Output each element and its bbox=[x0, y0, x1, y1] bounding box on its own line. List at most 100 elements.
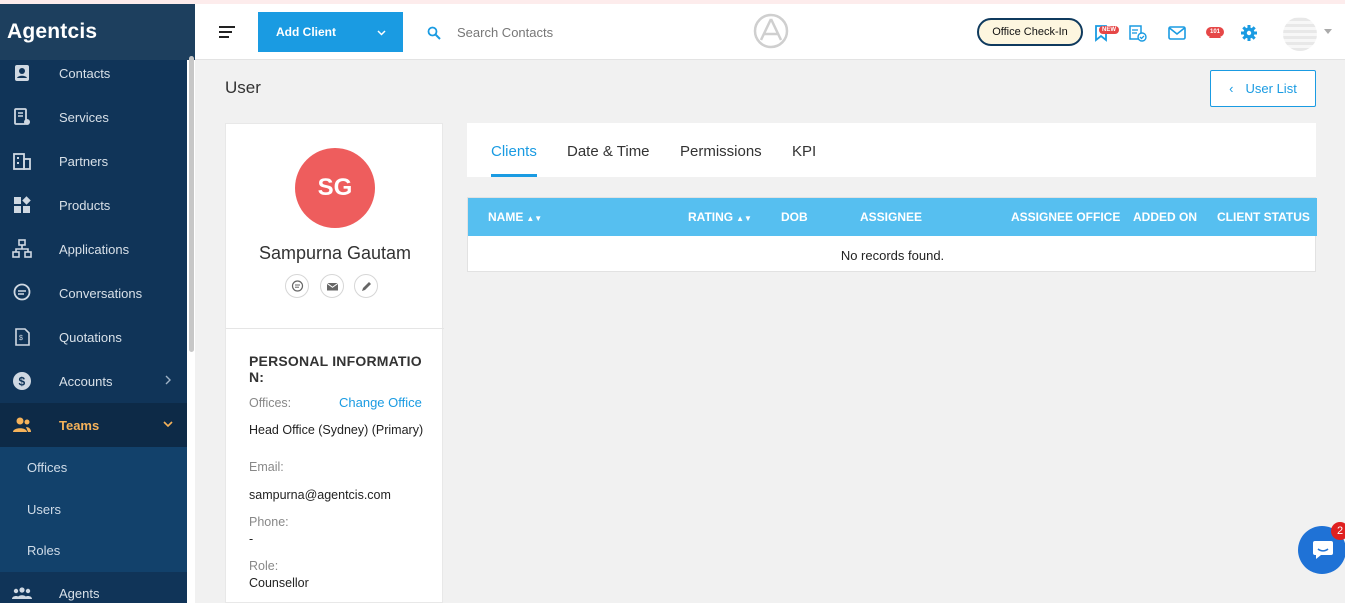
sidebar-item-products[interactable]: Products bbox=[0, 183, 187, 227]
sidebar-nav: Contacts Services Partners Products Appl… bbox=[0, 60, 187, 603]
sidebar-item-partners[interactable]: Partners bbox=[0, 139, 187, 183]
chevron-right-icon bbox=[165, 375, 171, 385]
company-logo-icon bbox=[753, 13, 789, 49]
column-label: RATING bbox=[688, 210, 734, 224]
sidebar-item-label: Products bbox=[59, 197, 111, 213]
search-icon[interactable] bbox=[427, 26, 441, 40]
sort-icon: ▲▼ bbox=[736, 214, 752, 223]
sidebar: Agentcis Contacts Services Partners Prod… bbox=[0, 4, 195, 603]
tab-permissions[interactable]: Permissions bbox=[680, 143, 762, 160]
top-header: Add Client Office Check-In NEW 101 bbox=[195, 4, 1345, 60]
chevron-down-icon bbox=[163, 421, 173, 428]
teams-submenu: Offices Users Roles bbox=[0, 447, 187, 572]
add-client-label: Add Client bbox=[276, 25, 336, 39]
empty-table-message: No records found. bbox=[840, 248, 945, 263]
sidebar-item-label: Applications bbox=[59, 241, 130, 257]
teams-icon bbox=[12, 415, 32, 435]
contacts-icon bbox=[12, 63, 32, 83]
chevron-down-icon[interactable] bbox=[376, 27, 387, 38]
sidebar-subitem-offices[interactable]: Offices bbox=[0, 447, 187, 489]
personal-info-heading: PERSONAL INFORMATION: bbox=[249, 353, 422, 385]
tab-date-time[interactable]: Date & Time bbox=[567, 143, 650, 160]
notification-count-badge: 101 bbox=[1206, 27, 1225, 37]
user-list-button[interactable]: ‹ User List bbox=[1210, 70, 1316, 107]
svg-text:$: $ bbox=[19, 335, 23, 342]
role-label: Role: bbox=[249, 559, 279, 573]
profile-name: Sampurna Gautam bbox=[258, 243, 412, 263]
column-header-assignee-office[interactable]: ASSIGNEE OFFICE bbox=[1011, 210, 1120, 224]
user-list-label: User List bbox=[1245, 81, 1297, 96]
offices-label: Offices: bbox=[249, 396, 292, 410]
chat-bubble-icon bbox=[291, 279, 303, 292]
applications-icon bbox=[12, 239, 32, 259]
column-header-client-status[interactable]: CLIENT STATUS bbox=[1217, 210, 1310, 224]
role-value: Counsellor bbox=[249, 576, 309, 590]
sidebar-subitem-roles[interactable]: Roles bbox=[0, 530, 187, 572]
sidebar-subitem-users[interactable]: Users bbox=[0, 489, 187, 531]
sidebar-item-quotations[interactable]: $ Quotations bbox=[0, 315, 187, 359]
sidebar-item-contacts[interactable]: Contacts bbox=[0, 51, 187, 95]
search-input[interactable] bbox=[457, 21, 657, 43]
column-label: NAME bbox=[488, 210, 524, 224]
conversations-icon bbox=[12, 283, 32, 303]
clients-table: NAME ▲▼ RATING ▲▼ DOB ASSIGNEE ASSIGNEE OF… bbox=[467, 197, 1317, 272]
chat-icon bbox=[1313, 541, 1333, 559]
mail-icon[interactable] bbox=[1168, 24, 1186, 42]
office-value: Head Office (Sydney) (Primary) bbox=[249, 423, 424, 437]
profile-divider bbox=[226, 328, 444, 329]
sidebar-item-label: Partners bbox=[59, 153, 109, 169]
change-office-link[interactable]: Change Office bbox=[339, 395, 422, 410]
agents-icon bbox=[12, 584, 32, 603]
sidebar-item-teams[interactable]: Teams bbox=[0, 403, 187, 447]
email-value: sampurna@agentcis.com bbox=[249, 488, 391, 502]
sidebar-item-label: Quotations bbox=[59, 329, 122, 345]
sidebar-item-agents[interactable]: Agents bbox=[0, 572, 187, 603]
partners-icon bbox=[12, 151, 32, 171]
sidebar-item-services[interactable]: Services bbox=[0, 95, 187, 139]
column-header-added-on[interactable]: ADDED ON bbox=[1133, 210, 1197, 224]
sort-icon: ▲▼ bbox=[526, 214, 543, 223]
chevron-left-icon: ‹ bbox=[1229, 81, 1234, 96]
sidebar-item-label: Accounts bbox=[59, 373, 113, 389]
tab-clients[interactable]: Clients bbox=[491, 143, 537, 160]
tab-kpi[interactable]: KPI bbox=[792, 143, 816, 160]
table-header: NAME ▲▼ RATING ▲▼ DOB ASSIGNEE ASSIGNEE OF… bbox=[468, 198, 1317, 236]
pencil-icon bbox=[361, 281, 371, 291]
menu-toggle-icon[interactable] bbox=[219, 26, 235, 38]
phone-value: - bbox=[249, 532, 254, 546]
gear-icon[interactable] bbox=[1240, 24, 1258, 42]
sidebar-item-label: Contacts bbox=[59, 65, 111, 81]
profile-avatar: SG bbox=[295, 148, 375, 228]
sidebar-item-label: Services bbox=[59, 109, 109, 125]
message-button[interactable] bbox=[285, 274, 309, 298]
add-client-button[interactable]: Add Client bbox=[258, 12, 403, 52]
sidebar-item-applications[interactable]: Applications bbox=[0, 227, 187, 271]
page-title: User bbox=[225, 78, 261, 97]
sidebar-item-label: Agents bbox=[59, 586, 100, 601]
column-header-dob[interactable]: DOB bbox=[781, 210, 808, 224]
sidebar-scrollbar-thumb[interactable] bbox=[189, 56, 194, 352]
chat-unread-badge: 2 bbox=[1331, 522, 1345, 540]
edit-button[interactable] bbox=[354, 274, 378, 298]
sidebar-item-conversations[interactable]: Conversations bbox=[0, 271, 187, 315]
accounts-icon: $ bbox=[12, 371, 32, 391]
user-avatar[interactable] bbox=[1283, 17, 1317, 51]
column-header-assignee[interactable]: ASSIGNEE bbox=[860, 210, 922, 224]
mail-icon bbox=[326, 282, 338, 290]
svg-text:$: $ bbox=[19, 375, 26, 389]
active-tab-indicator bbox=[491, 174, 537, 177]
office-checkin-button[interactable]: Office Check-In bbox=[977, 18, 1083, 46]
caret-down-icon[interactable] bbox=[1324, 29, 1332, 34]
task-checklist-icon[interactable] bbox=[1129, 24, 1147, 42]
profile-card: SG Sampurna Gautam PERSONAL INFORMATION:… bbox=[225, 123, 444, 603]
column-header-name[interactable]: NAME ▲▼ bbox=[488, 210, 542, 224]
column-header-rating[interactable]: RATING ▲▼ bbox=[688, 210, 752, 224]
sidebar-item-accounts[interactable]: $ Accounts bbox=[0, 359, 187, 403]
email-button[interactable] bbox=[320, 274, 344, 298]
tab-bar: Clients Date & Time Permissions KPI bbox=[467, 123, 1316, 177]
sidebar-item-label: Teams bbox=[59, 417, 100, 433]
products-icon bbox=[12, 195, 32, 215]
new-badge: NEW bbox=[1099, 26, 1119, 34]
quotations-icon: $ bbox=[12, 327, 32, 347]
sidebar-item-label: Conversations bbox=[59, 285, 143, 301]
